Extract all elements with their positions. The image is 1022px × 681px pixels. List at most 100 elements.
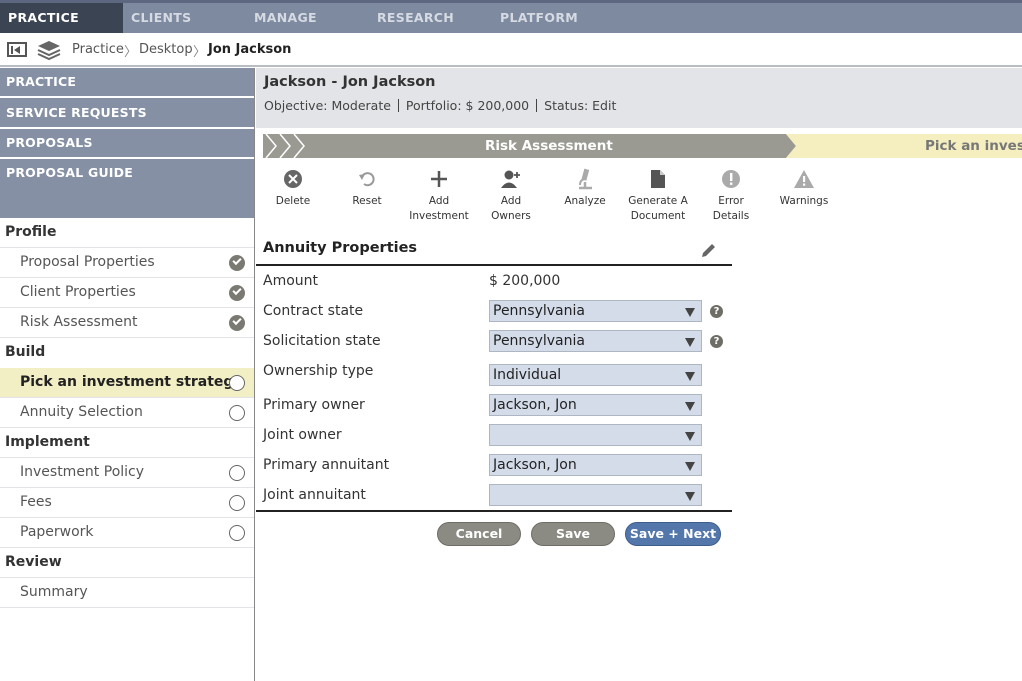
help-icon[interactable]: ? bbox=[710, 335, 723, 348]
sidebar-item-pick-investment-strategy[interactable]: Pick an investment strategy bbox=[0, 368, 254, 398]
dropdown-arrow-icon bbox=[685, 462, 695, 471]
primary-annuitant-label: Primary annuitant bbox=[263, 457, 390, 473]
sidebar-item-paperwork[interactable]: Paperwork bbox=[0, 518, 254, 548]
sidebar-item-fees[interactable]: Fees bbox=[0, 488, 254, 518]
page-title: Jackson - Jon Jackson bbox=[264, 74, 436, 90]
sidebar-item-investment-policy[interactable]: Investment Policy bbox=[0, 458, 254, 488]
layers-icon[interactable] bbox=[37, 39, 61, 65]
amount-label: Amount bbox=[263, 273, 319, 289]
dropdown-arrow-icon bbox=[685, 402, 695, 411]
contract-state-value: Pennsylvania bbox=[493, 303, 585, 319]
empty-circle-icon bbox=[229, 495, 245, 511]
collapse-panel-icon[interactable] bbox=[7, 42, 27, 57]
generate-document-button[interactable]: Generate A Document bbox=[626, 166, 690, 224]
proposal-header: Jackson - Jon Jackson Objective: Moderat… bbox=[256, 68, 1022, 128]
error-icon bbox=[722, 170, 740, 188]
primary-owner-value: Jackson, Jon bbox=[493, 397, 577, 413]
action-toolbar: Delete Reset Add Investment Add Owners A… bbox=[256, 166, 856, 226]
warning-icon bbox=[794, 170, 814, 188]
empty-circle-icon bbox=[229, 375, 245, 391]
breadcrumb-desktop[interactable]: Desktop bbox=[139, 42, 193, 57]
cancel-button[interactable]: Cancel bbox=[437, 522, 521, 546]
primary-owner-label: Primary owner bbox=[263, 397, 365, 413]
progress-chevrons bbox=[263, 134, 1022, 158]
reset-button[interactable]: Reset bbox=[346, 166, 388, 209]
section-implement: Implement bbox=[5, 434, 90, 450]
primary-annuitant-select[interactable]: Jackson, Jon bbox=[489, 454, 702, 476]
sidebar-item-label: Proposal Properties bbox=[20, 254, 155, 270]
joint-owner-label: Joint owner bbox=[263, 427, 342, 443]
sidebar-head-practice[interactable]: PRACTICE bbox=[0, 68, 254, 96]
step-risk-assessment[interactable]: Risk Assessment bbox=[485, 138, 613, 154]
sidebar: PRACTICE SERVICE REQUESTS PROPOSALS PROP… bbox=[0, 68, 255, 681]
top-navigation: PRACTICE CLIENTS MANAGE RESEARCH PLATFOR… bbox=[0, 0, 1022, 33]
divider bbox=[256, 264, 732, 266]
nav-tab-research[interactable]: RESEARCH bbox=[377, 3, 454, 33]
portfolio-text: Portfolio: $ 200,000 bbox=[405, 98, 530, 113]
dropdown-arrow-icon bbox=[685, 432, 695, 441]
nav-tab-clients[interactable]: CLIENTS bbox=[131, 3, 191, 33]
add-investment-label: Add Investment bbox=[409, 195, 469, 222]
dropdown-arrow-icon bbox=[685, 338, 695, 347]
joint-annuitant-select[interactable] bbox=[489, 484, 702, 506]
contract-state-select[interactable]: Pennsylvania bbox=[489, 300, 702, 322]
check-icon bbox=[229, 255, 245, 271]
save-button[interactable]: Save bbox=[531, 522, 615, 546]
sidebar-item-risk-assessment[interactable]: Risk Assessment bbox=[0, 308, 254, 338]
sidebar-item-client-properties[interactable]: Client Properties bbox=[0, 278, 254, 308]
check-icon bbox=[229, 285, 245, 301]
add-person-icon bbox=[501, 170, 520, 188]
sidebar-item-label: Summary bbox=[20, 584, 88, 600]
add-owners-label: Add Owners bbox=[491, 195, 531, 222]
ownership-type-select[interactable]: Individual bbox=[489, 364, 702, 386]
breadcrumb-practice[interactable]: Practice bbox=[72, 42, 124, 57]
divider bbox=[397, 99, 399, 112]
primary-owner-select[interactable]: Jackson, Jon bbox=[489, 394, 702, 416]
sidebar-item-label: Risk Assessment bbox=[20, 314, 138, 330]
sidebar-item-proposal-properties[interactable]: Proposal Properties bbox=[0, 248, 254, 278]
sidebar-item-label: Paperwork bbox=[20, 524, 94, 540]
save-next-button[interactable]: Save + Next bbox=[625, 522, 721, 546]
warnings-label: Warnings bbox=[779, 195, 829, 207]
sidebar-item-annuity-selection[interactable]: Annuity Selection bbox=[0, 398, 254, 428]
analyze-button[interactable]: Analyze bbox=[562, 166, 608, 209]
add-investment-button[interactable]: Add Investment bbox=[408, 166, 470, 224]
breadcrumb-separator: 〉 bbox=[124, 45, 138, 60]
joint-owner-select[interactable] bbox=[489, 424, 702, 446]
warnings-button[interactable]: Warnings bbox=[778, 166, 830, 209]
solicitation-state-select[interactable]: Pennsylvania bbox=[489, 330, 702, 352]
delete-icon bbox=[284, 170, 302, 188]
error-details-button[interactable]: Error Details bbox=[700, 166, 762, 224]
nav-tab-platform[interactable]: PLATFORM bbox=[500, 3, 578, 33]
sidebar-item-label: Investment Policy bbox=[20, 464, 145, 480]
sidebar-item-summary[interactable]: Summary bbox=[0, 578, 254, 608]
reset-label: Reset bbox=[352, 195, 382, 207]
dropdown-arrow-icon bbox=[685, 372, 695, 381]
empty-circle-icon bbox=[229, 405, 245, 421]
primary-annuitant-value: Jackson, Jon bbox=[493, 457, 577, 473]
reset-icon bbox=[359, 172, 375, 187]
proposal-meta: Objective: Moderate Portfolio: $ 200,000 S… bbox=[264, 98, 616, 113]
add-owners-button[interactable]: Add Owners bbox=[480, 166, 542, 224]
solicitation-state-label: Solicitation state bbox=[263, 333, 381, 349]
nav-tab-manage[interactable]: MANAGE bbox=[254, 3, 317, 33]
ownership-type-label: Ownership type bbox=[263, 363, 374, 379]
sidebar-head-service-requests[interactable]: SERVICE REQUESTS bbox=[0, 98, 254, 127]
section-review: Review bbox=[5, 554, 62, 570]
nav-tab-practice[interactable]: PRACTICE bbox=[0, 3, 123, 33]
sidebar-head-proposal-guide[interactable]: PROPOSAL GUIDE bbox=[0, 159, 254, 218]
step-pick-investment[interactable]: Pick an invest bbox=[925, 138, 1022, 154]
check-icon bbox=[229, 315, 245, 331]
delete-label: Delete bbox=[275, 195, 311, 207]
contract-state-label: Contract state bbox=[263, 303, 364, 319]
section-build: Build bbox=[5, 344, 46, 360]
joint-annuitant-label: Joint annuitant bbox=[263, 487, 366, 503]
dropdown-arrow-icon bbox=[685, 308, 695, 317]
help-icon[interactable]: ? bbox=[710, 305, 723, 318]
empty-circle-icon bbox=[229, 525, 245, 541]
analyze-label: Analyze bbox=[564, 195, 606, 207]
breadcrumb-separator: 〉 bbox=[193, 45, 207, 60]
delete-button[interactable]: Delete bbox=[272, 166, 314, 209]
edit-pencil-icon[interactable] bbox=[699, 242, 717, 260]
sidebar-head-proposals[interactable]: PROPOSALS bbox=[0, 129, 254, 157]
